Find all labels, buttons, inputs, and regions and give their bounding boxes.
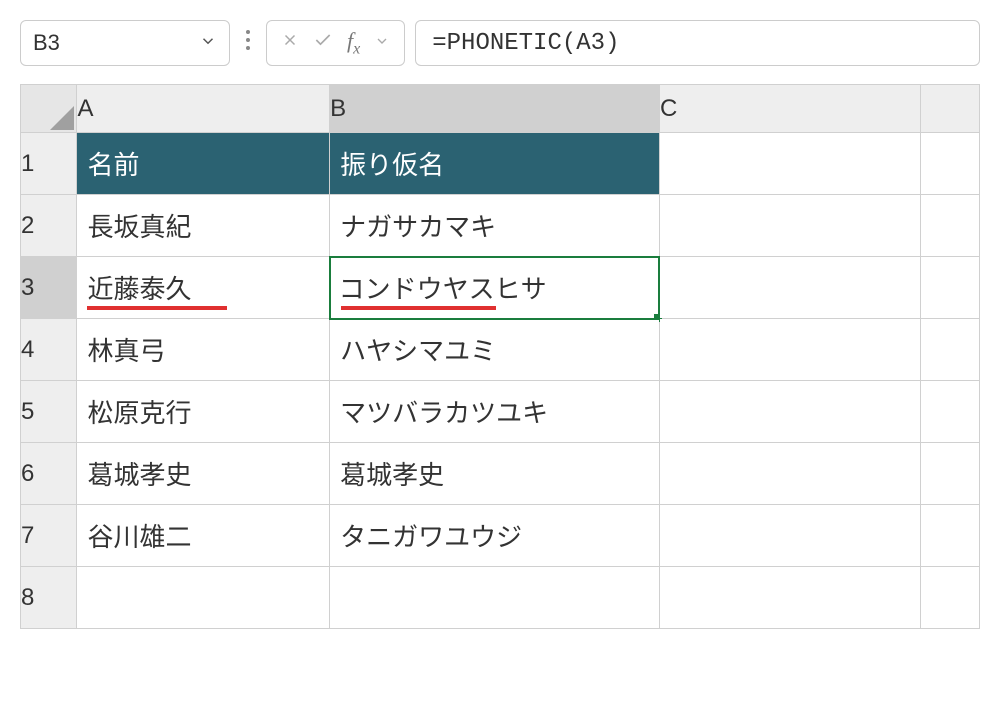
cell-d1[interactable] — [921, 133, 980, 195]
cell-d6[interactable] — [921, 443, 980, 505]
cell-c7[interactable] — [659, 505, 920, 567]
cell-a1[interactable]: 名前 — [77, 133, 330, 195]
row-header-8[interactable]: 8 — [21, 567, 77, 629]
cell-d5[interactable] — [921, 381, 980, 443]
cell-c3[interactable] — [659, 257, 920, 319]
cell-b4[interactable]: ハヤシマユミ — [330, 319, 660, 381]
column-header-extra[interactable] — [921, 85, 980, 133]
row-header-5[interactable]: 5 — [21, 381, 77, 443]
formula-controls: fx — [266, 20, 405, 66]
cell-a6[interactable]: 葛城孝史 — [77, 443, 330, 505]
name-box[interactable]: B3 — [20, 20, 230, 66]
cell-d7[interactable] — [921, 505, 980, 567]
cell-b7[interactable]: タニガワユウジ — [330, 505, 660, 567]
red-underline-annotation — [341, 306, 496, 310]
cell-a8[interactable] — [77, 567, 330, 629]
red-underline-annotation — [87, 306, 227, 310]
cell-b3-text: コンドウヤスヒサ — [339, 274, 547, 304]
cell-b1[interactable]: 振り仮名 — [330, 133, 660, 195]
cell-b3[interactable]: コンドウヤスヒサ — [330, 257, 660, 319]
row-header-6[interactable]: 6 — [21, 443, 77, 505]
cell-d3[interactable] — [921, 257, 980, 319]
cell-d2[interactable] — [921, 195, 980, 257]
row-header-4[interactable]: 4 — [21, 319, 77, 381]
row-header-1[interactable]: 1 — [21, 133, 77, 195]
cancel-icon[interactable] — [281, 31, 299, 55]
cell-b8[interactable] — [330, 567, 660, 629]
spreadsheet-grid: A B C 1 名前 振り仮名 2 長坂真紀 ナガサカマキ 3 近藤泰久 — [20, 84, 980, 629]
cell-c8[interactable] — [659, 567, 920, 629]
column-header-b[interactable]: B — [330, 85, 660, 133]
cell-c2[interactable] — [659, 195, 920, 257]
vertical-dots-icon[interactable] — [240, 28, 256, 58]
row-header-2[interactable]: 2 — [21, 195, 77, 257]
cell-a2[interactable]: 長坂真紀 — [77, 195, 330, 257]
select-all-corner[interactable] — [21, 85, 77, 133]
formula-text: =PHONETIC(A3) — [432, 30, 619, 57]
cell-b6[interactable]: 葛城孝史 — [330, 443, 660, 505]
row-header-7[interactable]: 7 — [21, 505, 77, 567]
cell-b2[interactable]: ナガサカマキ — [330, 195, 660, 257]
cell-d4[interactable] — [921, 319, 980, 381]
row-header-3[interactable]: 3 — [21, 257, 77, 319]
cell-c4[interactable] — [659, 319, 920, 381]
enter-icon[interactable] — [313, 30, 333, 56]
cell-a4[interactable]: 林真弓 — [77, 319, 330, 381]
cell-b5[interactable]: マツバラカツユキ — [330, 381, 660, 443]
fx-icon[interactable]: fx — [347, 28, 360, 58]
column-header-a[interactable]: A — [77, 85, 330, 133]
cell-d8[interactable] — [921, 567, 980, 629]
cell-c5[interactable] — [659, 381, 920, 443]
cell-a3[interactable]: 近藤泰久 — [77, 257, 330, 319]
chevron-down-icon[interactable] — [199, 30, 217, 56]
formula-bar: B3 fx =PHONETIC(A3) — [20, 20, 980, 66]
name-box-value: B3 — [33, 30, 60, 56]
formula-input[interactable]: =PHONETIC(A3) — [415, 20, 980, 66]
cell-a3-text: 近藤泰久 — [87, 274, 191, 304]
cell-c6[interactable] — [659, 443, 920, 505]
chevron-down-icon[interactable] — [374, 32, 390, 55]
corner-triangle-icon — [50, 106, 74, 130]
cell-c1[interactable] — [659, 133, 920, 195]
column-header-c[interactable]: C — [659, 85, 920, 133]
spreadsheet-container: B3 fx =PHONETIC(A3) — [0, 0, 1000, 710]
cell-a5[interactable]: 松原克行 — [77, 381, 330, 443]
cell-a7[interactable]: 谷川雄二 — [77, 505, 330, 567]
